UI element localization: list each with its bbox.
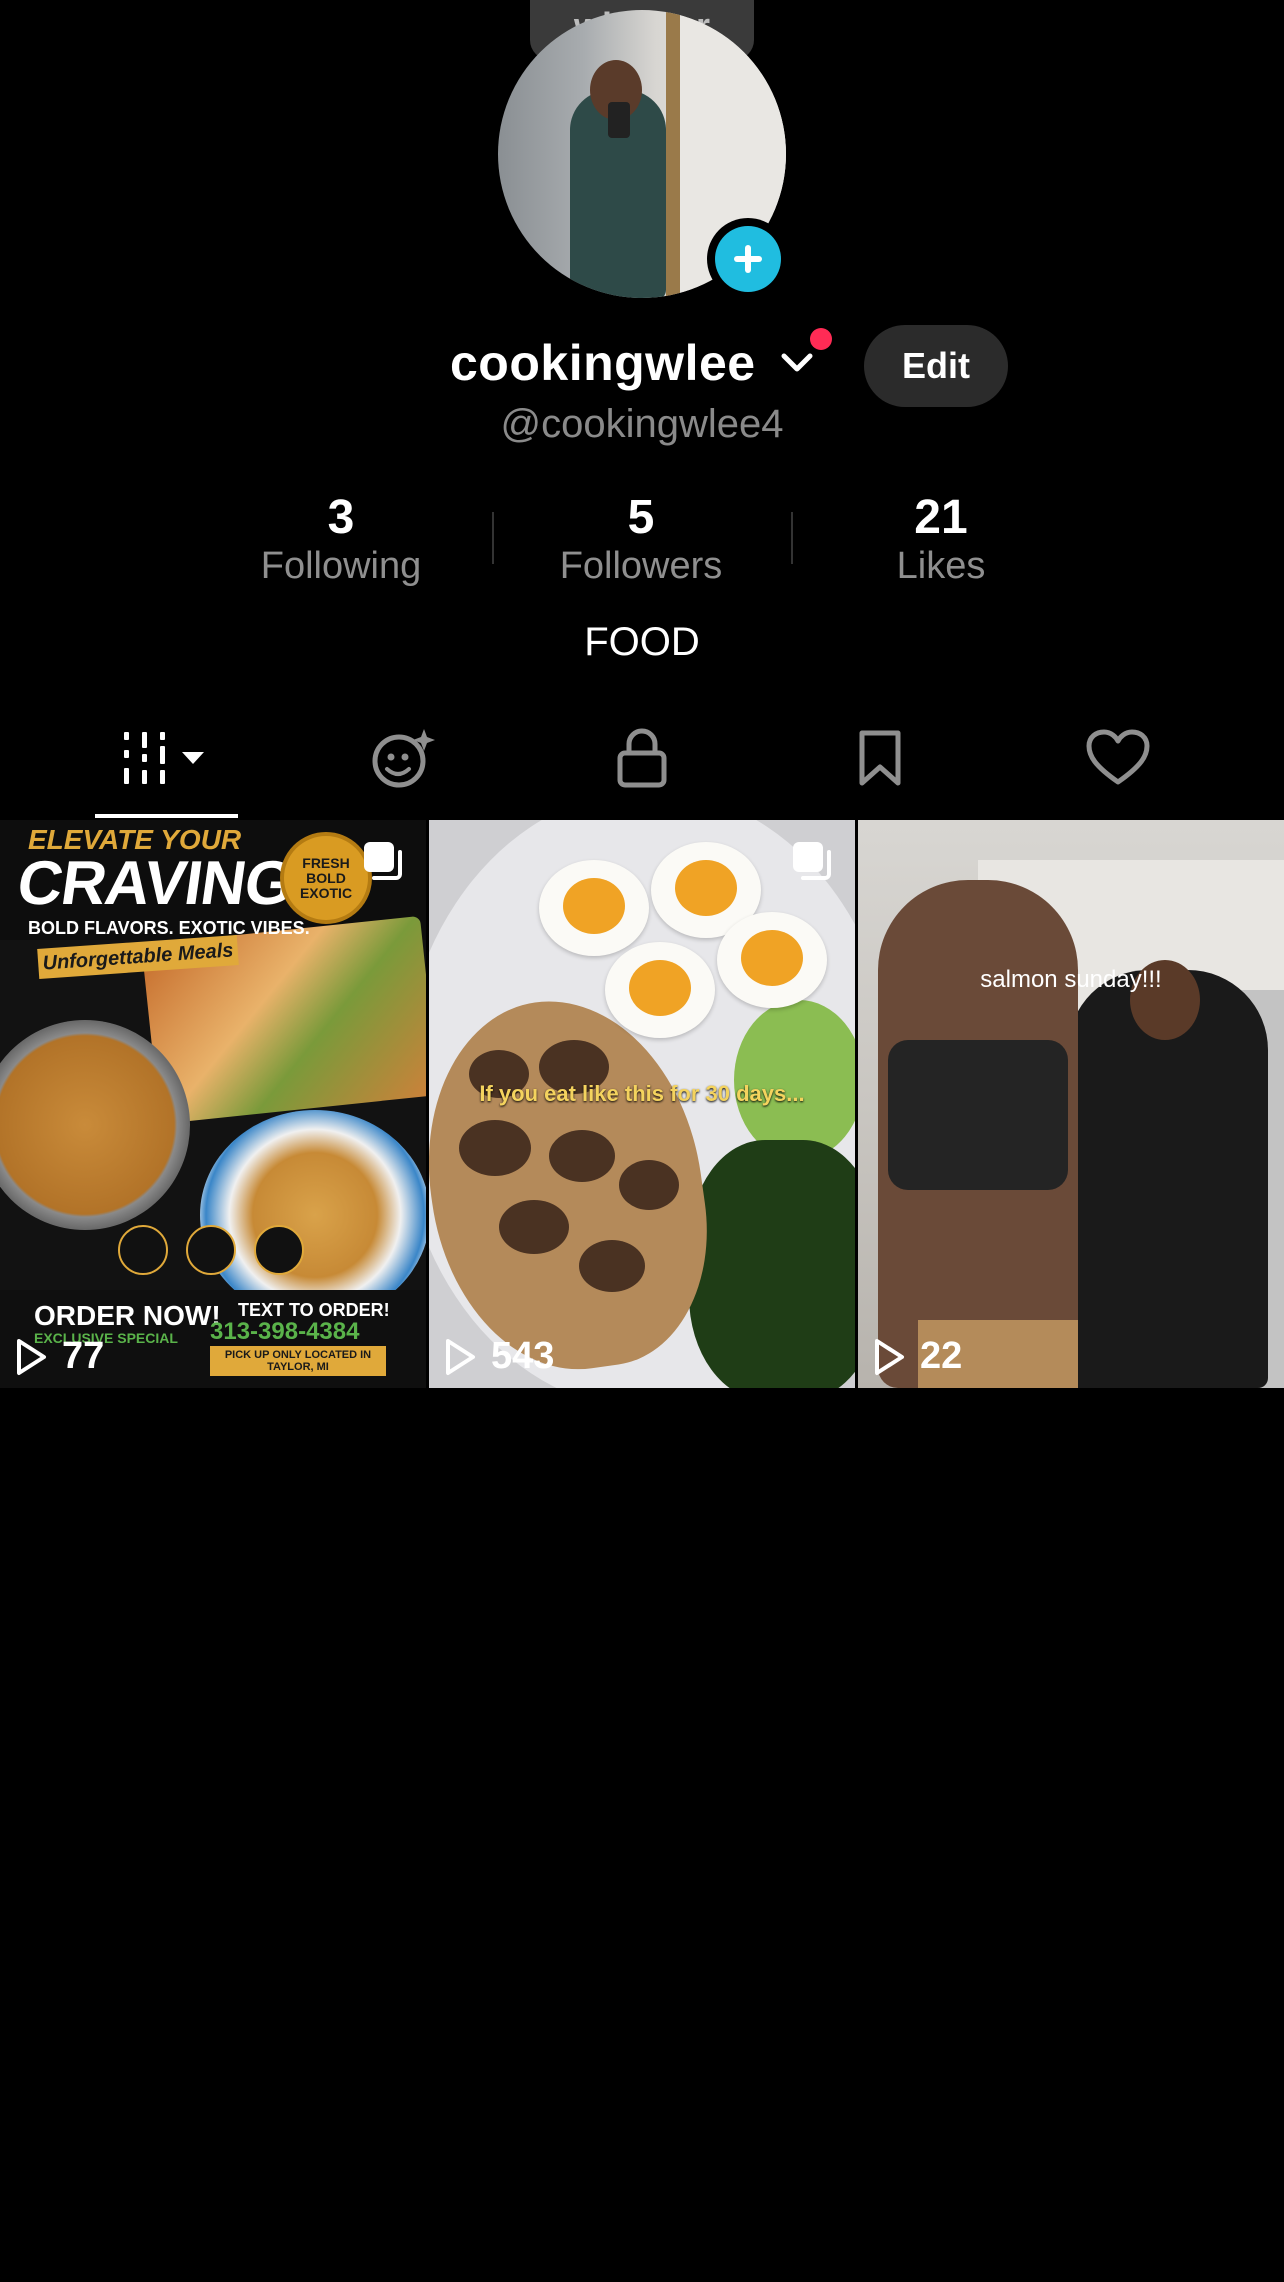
video-caption: salmon sunday!!! [980, 966, 1162, 993]
video-thumbnail[interactable]: salmon sunday!!! 22 [858, 820, 1284, 1388]
video-grid: ELEVATE YOUR CRAVINGS! BOLD FLAVORS. EXO… [0, 820, 1284, 1388]
stat-likes[interactable]: 21 Likes [821, 490, 1061, 588]
mushroom-image [459, 1120, 531, 1176]
view-count: 22 [872, 1335, 962, 1378]
notification-dot [810, 328, 832, 350]
tab-ai-self[interactable] [334, 722, 474, 798]
tab-videos[interactable] [96, 722, 236, 798]
profile-bio: FOOD [584, 620, 700, 664]
multi-image-icon [791, 840, 835, 889]
stat-following[interactable]: 3 Following [221, 490, 461, 588]
flyer-seal: FRESH BOLD EXOTIC [280, 832, 372, 924]
grid-videos-icon [118, 728, 214, 793]
view-count-value: 77 [62, 1335, 105, 1377]
flyer-order-now: ORDER NOW! [34, 1300, 221, 1331]
bookmark-icon [856, 727, 904, 794]
ai-self-icon [369, 727, 439, 794]
play-icon [875, 1338, 904, 1375]
play-icon [17, 1338, 46, 1375]
person-top-image [888, 1040, 1068, 1190]
avocado-image [734, 1000, 855, 1160]
flyer-feature-icons [118, 1225, 304, 1275]
flyer-plate-image [200, 1110, 426, 1320]
followers-count: 5 [627, 491, 655, 544]
video-thumbnail[interactable]: ELEVATE YOUR CRAVINGS! BOLD FLAVORS. EXO… [0, 820, 426, 1388]
cloche-icon [118, 1225, 168, 1275]
spinach-image [689, 1140, 855, 1388]
tab-saved[interactable] [810, 722, 950, 798]
followers-label: Followers [559, 545, 723, 587]
flyer-phone: 313-398-4384 [210, 1318, 360, 1345]
mushroom-image [619, 1160, 679, 1210]
lock-icon [616, 727, 668, 794]
username-row: cookingwlee Edit [0, 322, 1284, 412]
username[interactable]: cookingwlee [450, 334, 756, 392]
view-count-value: 543 [491, 1335, 555, 1377]
avatar-phone [608, 102, 630, 138]
seal-line: EXOTIC [299, 884, 353, 901]
view-count: 77 [14, 1335, 104, 1378]
avatar-door [666, 10, 680, 298]
stat-divider [791, 512, 793, 564]
flyer-pickup: PICK UP ONLY LOCATED IN TAYLOR, MI [210, 1346, 386, 1376]
flame-icon [186, 1225, 236, 1275]
video-thumbnail[interactable]: If you eat like this for 30 days... 543 [429, 820, 855, 1388]
egg-image [717, 912, 827, 1008]
active-tab-indicator [95, 814, 238, 818]
egg-image [539, 860, 649, 956]
leaf-icon [254, 1225, 304, 1275]
add-avatar-button[interactable] [707, 218, 789, 300]
video-caption: If you eat like this for 30 days... [479, 1081, 805, 1106]
plus-icon [715, 226, 781, 292]
profile-handle: @cookingwlee4 [500, 402, 784, 446]
view-count-value: 22 [920, 1335, 963, 1377]
play-icon [446, 1338, 475, 1375]
following-count: 3 [327, 491, 355, 544]
tab-liked[interactable] [1048, 722, 1188, 798]
stat-divider [492, 512, 494, 564]
egg-image [605, 942, 715, 1038]
chevron-down-icon[interactable] [780, 352, 814, 379]
stat-followers[interactable]: 5 Followers [521, 490, 761, 588]
mushroom-image [549, 1130, 615, 1182]
mushroom-image [579, 1240, 645, 1292]
seal-line: BOLD [306, 869, 346, 886]
view-count: 543 [443, 1335, 554, 1378]
seal-line: FRESH [302, 854, 350, 871]
following-label: Following [260, 545, 422, 587]
flyer-tagline: BOLD FLAVORS. EXOTIC VIBES. [28, 918, 310, 938]
likes-label: Likes [896, 545, 986, 587]
profile-tabs [0, 722, 1284, 818]
tab-private[interactable] [572, 722, 712, 798]
edit-profile-button[interactable]: Edit [864, 325, 1008, 407]
mushroom-image [499, 1200, 569, 1254]
multi-image-icon [362, 840, 406, 889]
heart-icon [1085, 728, 1151, 793]
edit-label: Edit [902, 345, 970, 386]
likes-count: 21 [914, 491, 968, 544]
